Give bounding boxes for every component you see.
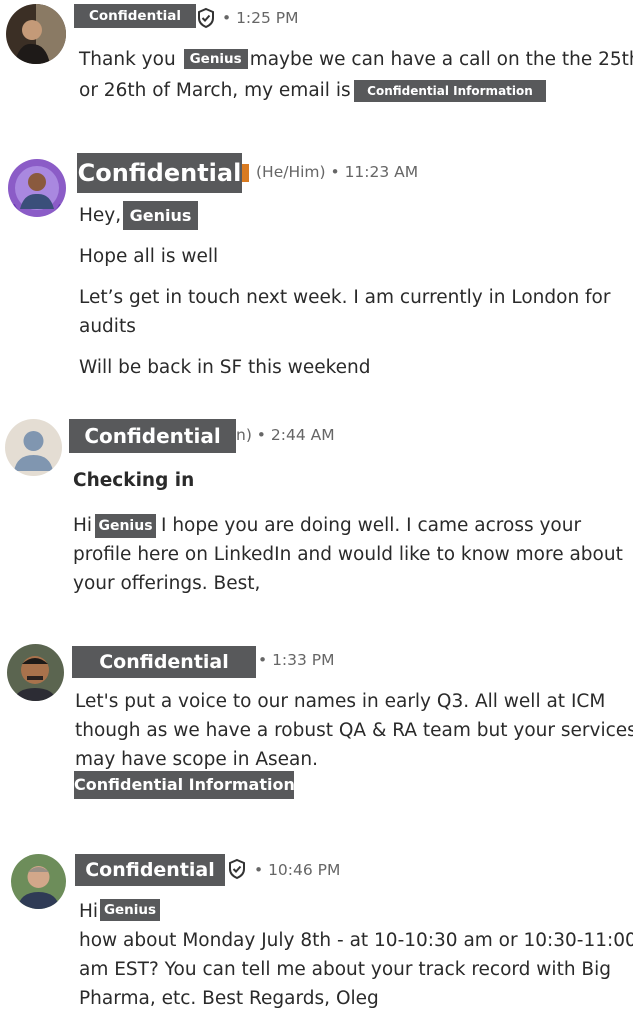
message-text: maybe we can have a call on the the 25th	[249, 49, 633, 70]
email-redacted: Confidential Information	[354, 80, 546, 102]
message-item: Confidential • 1:33 PM Let's put a voice…	[0, 635, 633, 815]
message-text: Hope all is well	[79, 246, 219, 267]
recipient-name-tag: Genius	[100, 899, 160, 921]
recipient-name-tag: Genius	[183, 49, 248, 69]
sender-name[interactable]: Confidential	[75, 854, 225, 886]
message-item: Confidential • 10:46 PM Hi Genius how ab…	[0, 845, 633, 1024]
message-item: Confidential n) • 2:44 AM Checking in Hi…	[0, 410, 633, 610]
message-time: n) • 2:44 AM	[236, 426, 335, 444]
message-text: Pharma, etc. Best Regards, Oleg	[79, 988, 379, 1009]
message-text: Hey,	[79, 205, 122, 226]
sender-avatar[interactable]	[6, 4, 66, 64]
sender-pronoun-time: (He/Him) • 11:23 AM	[256, 163, 419, 181]
message-text: Thank you	[79, 49, 176, 70]
verified-shield-icon	[229, 858, 245, 880]
sender-name[interactable]: Confidential	[69, 419, 236, 453]
recipient-name-tag: Genius	[95, 514, 156, 538]
message-text: Will be back in SF this weekend	[79, 357, 371, 378]
name-fragment	[242, 164, 249, 182]
message-text: your offerings. Best,	[73, 573, 261, 594]
sender-avatar[interactable]	[11, 854, 66, 909]
message-item: Confidential (He/Him) • 11:23 AM Hey, Ge…	[0, 150, 633, 395]
message-text-line: Thank you Genius maybe we can have a call…	[79, 49, 633, 70]
message-text: Hi	[73, 515, 93, 536]
sender-name[interactable]: Confidential	[74, 4, 196, 28]
message-text: am EST? You can tell me about your track…	[79, 959, 612, 980]
message-time: • 10:46 PM	[254, 861, 341, 879]
sender-avatar[interactable]	[8, 159, 66, 217]
message-text: profile here on LinkedIn and would like …	[73, 544, 623, 565]
message-text-line: Hey,	[79, 205, 121, 226]
verified-shield-icon	[198, 7, 214, 29]
message-text: Let's put a voice to our names in early …	[75, 691, 606, 712]
message-text: though as we have a robust QA & RA team …	[75, 720, 633, 741]
sender-name[interactable]: Confidential	[77, 153, 242, 193]
sender-avatar[interactable]	[7, 644, 64, 701]
recipient-name-tag: Genius	[123, 201, 198, 230]
sender-avatar[interactable]	[5, 419, 62, 476]
message-text-line: or 26th of March, my email is	[79, 80, 365, 101]
sender-name[interactable]: Confidential	[72, 646, 256, 678]
message-text: Hi	[79, 901, 99, 922]
message-item: Confidential • 1:25 PM Thank you Genius m…	[0, 0, 633, 130]
message-text: how about Monday July 8th - at 10-10:30 …	[79, 930, 633, 951]
message-text: I hope you are doing well. I came across…	[161, 515, 582, 536]
message-time: • 1:25 PM	[222, 9, 299, 27]
redacted-info: Confidential Information	[74, 771, 295, 799]
message-text: or 26th of March, my email is	[79, 80, 351, 101]
message-text: Let’s get in touch next week. I am curre…	[79, 287, 611, 308]
message-text: may have scope in Asean.	[75, 749, 318, 770]
message-text: audits	[79, 316, 136, 337]
message-subject: Checking in	[73, 470, 195, 491]
message-time: • 1:33 PM	[258, 651, 335, 669]
